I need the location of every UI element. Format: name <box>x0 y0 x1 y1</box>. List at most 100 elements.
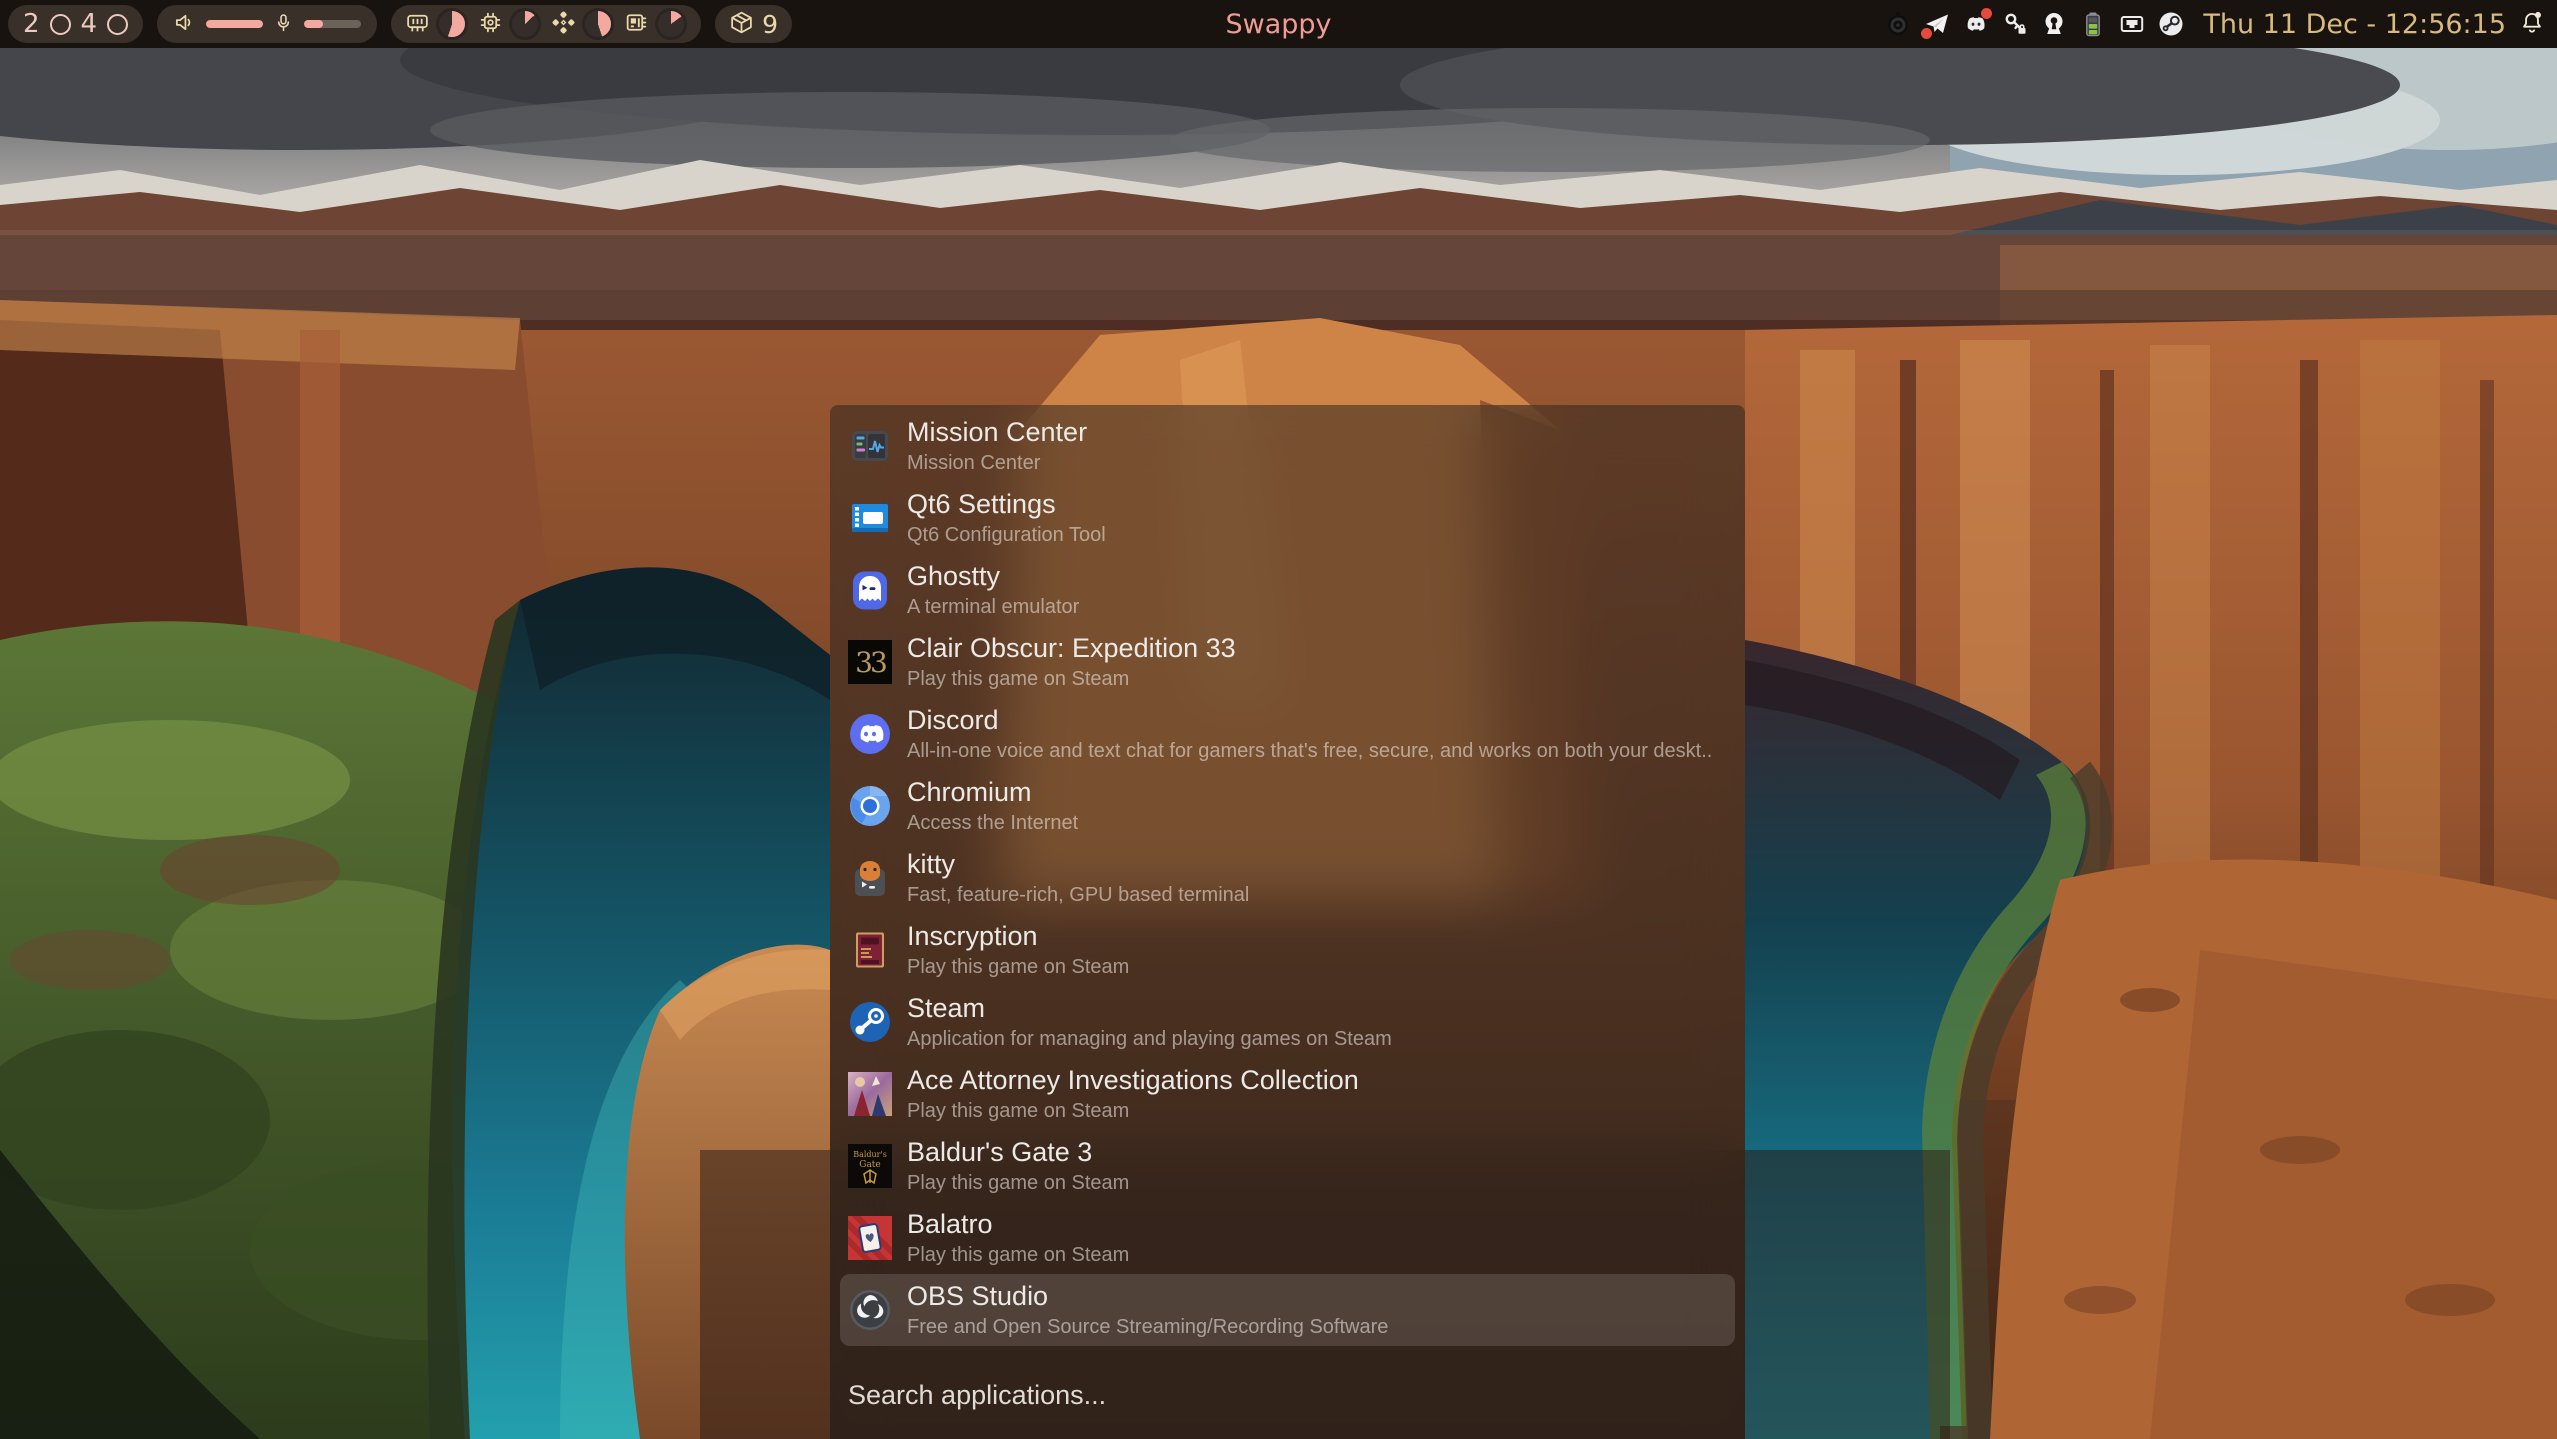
app-text: Qt6 SettingsQt6 Configuration Tool <box>907 488 1106 547</box>
app-title: Chromium <box>907 776 1078 808</box>
app-row-clair-obscur-expedition-33[interactable]: 33 Clair Obscur: Expedition 33 Play this g… <box>840 626 1735 698</box>
app-description: Fast, feature-rich, GPU based terminal <box>907 883 1249 908</box>
app-title: Qt6 Settings <box>907 488 1106 520</box>
workspaces-pill[interactable]: 24 <box>8 5 143 43</box>
balatro-icon <box>848 1216 892 1260</box>
key-icon[interactable] <box>2002 11 2028 37</box>
app-description: Free and Open Source Streaming/Recording… <box>907 1315 1388 1340</box>
steelseries-icon[interactable] <box>1885 11 1911 37</box>
ram-usage-gauge <box>436 8 468 40</box>
app-text: Mission Center Mission Center <box>907 416 1087 475</box>
microphone-icon <box>273 11 294 38</box>
app-title: Mission Center <box>907 416 1087 448</box>
app-row-balatro[interactable]: Balatro Play this game on Steam <box>840 1202 1735 1274</box>
steam-tray-icon[interactable] <box>2158 11 2184 37</box>
notification-badge <box>1981 8 1992 19</box>
app-row-ace-attorney-investigations-collection[interactable]: Ace Attorney Investigations Collection Pl… <box>840 1058 1735 1130</box>
cpu-icon <box>478 10 503 39</box>
app-title: Balatro <box>907 1208 1129 1240</box>
workspace-dot-icon[interactable] <box>50 14 71 35</box>
discord-tray-icon[interactable] <box>1963 11 1989 37</box>
app-text: OBS StudioFree and Open Source Streaming… <box>907 1280 1388 1339</box>
baldurs-gate-icon: Baldur'sGate <box>848 1144 892 1188</box>
system-monitor-pill[interactable] <box>391 5 701 43</box>
app-row-ghostty[interactable]: Ghostty A terminal emulator <box>840 554 1735 626</box>
app-description: Play this game on Steam <box>907 667 1236 692</box>
discord-icon <box>848 712 892 756</box>
app-row-chromium[interactable]: Chromium Access the Internet <box>840 770 1735 842</box>
search-input[interactable]: Search applications... <box>848 1380 1106 1411</box>
battery-icon[interactable] <box>2080 11 2106 37</box>
app-description: Play this game on Steam <box>907 955 1129 980</box>
app-row-qt6-settings[interactable]: Qt6 SettingsQt6 Configuration Tool <box>840 482 1735 554</box>
app-title: kitty <box>907 848 1249 880</box>
app-row-kitty[interactable]: kitty Fast, feature-rich, GPU based termi… <box>840 842 1735 914</box>
gpu-icon <box>551 10 576 39</box>
app-description: Play this game on Steam <box>907 1171 1129 1196</box>
app-row-steam[interactable]: Steam Application for managing and playin… <box>840 986 1735 1058</box>
app-text: DiscordAll-in-one voice and text chat fo… <box>907 704 1712 763</box>
notification-bell-icon[interactable] <box>2519 9 2545 39</box>
workspace-label[interactable]: 4 <box>81 11 98 37</box>
app-text: Balatro Play this game on Steam <box>907 1208 1129 1267</box>
app-description: Play this game on Steam <box>907 1243 1129 1268</box>
top-bar: 24 9 Swappy Thu 11 Dec - 12:56:15 <box>0 0 2557 48</box>
workspace-label[interactable]: 2 <box>23 11 40 37</box>
app-text: Clair Obscur: Expedition 33 Play this gam… <box>907 632 1236 691</box>
kitty-icon <box>848 856 892 900</box>
app-list: Mission Center Mission Center Qt6 Settings… <box>830 405 1745 1346</box>
app-row-discord[interactable]: DiscordAll-in-one voice and text chat fo… <box>840 698 1735 770</box>
speaker-icon <box>173 11 196 38</box>
app-description: Play this game on Steam <box>907 1099 1359 1124</box>
app-row-inscryption[interactable]: Inscryption Play this game on Steam <box>840 914 1735 986</box>
app-description: A terminal emulator <box>907 595 1079 620</box>
monitor-vram <box>624 8 687 40</box>
ghostty-icon <box>848 568 892 612</box>
app-description: Access the Internet <box>907 811 1078 836</box>
ethernet-icon[interactable] <box>2119 11 2145 37</box>
monitor-ram <box>405 8 468 40</box>
inscryption-icon <box>848 928 892 972</box>
app-text: Baldur's Gate 3 Play this game on Steam <box>907 1136 1129 1195</box>
svg-text:Gate: Gate <box>859 1160 881 1170</box>
top-bar-right: Thu 11 Dec - 12:56:15 <box>1885 9 2557 40</box>
app-description: Application for managing and playing gam… <box>907 1027 1392 1052</box>
app-title: Clair Obscur: Expedition 33 <box>907 632 1236 664</box>
svg-text:Baldur's: Baldur's <box>853 1150 887 1159</box>
mic-slider[interactable] <box>304 20 361 28</box>
app-text: kitty Fast, feature-rich, GPU based termi… <box>907 848 1249 907</box>
app-title: Baldur's Gate 3 <box>907 1136 1129 1168</box>
clock[interactable]: Thu 11 Dec - 12:56:15 <box>2203 9 2506 40</box>
app-text: Ace Attorney Investigations Collection Pl… <box>907 1064 1359 1123</box>
package-icon <box>729 10 754 39</box>
vram-usage-gauge <box>655 8 687 40</box>
notification-badge <box>1921 28 1932 39</box>
mission-center-icon <box>848 424 892 468</box>
app-row-obs-studio[interactable]: OBS StudioFree and Open Source Streaming… <box>840 1274 1735 1346</box>
svg-text:33: 33 <box>855 646 886 679</box>
updates-pill[interactable]: 9 <box>715 5 792 43</box>
monitor-cpu <box>478 8 541 40</box>
updates-count: 9 <box>762 12 778 37</box>
cpu-usage-gauge <box>509 8 541 40</box>
ace-attorney-icon <box>848 1072 892 1116</box>
app-row-baldur-s-gate-3[interactable]: Baldur'sGate Baldur's Gate 3 Play this gam… <box>840 1130 1735 1202</box>
clair-obscur-icon: 33 <box>848 640 892 684</box>
desktop: 24 9 Swappy Thu 11 Dec - 12:56:15 Missio… <box>0 0 2557 1439</box>
qt6-icon <box>848 496 892 540</box>
telegram-icon[interactable] <box>1924 11 1950 37</box>
app-title: Inscryption <box>907 920 1129 952</box>
app-description: Mission Center <box>907 451 1087 476</box>
chromium-icon <box>848 784 892 828</box>
workspace-dot-icon[interactable] <box>107 14 128 35</box>
volume-slider[interactable] <box>206 20 263 28</box>
audio-pill <box>157 5 377 43</box>
keyhole-icon[interactable] <box>2041 11 2067 37</box>
gpu-usage-gauge <box>582 8 614 40</box>
app-description: All-in-one voice and text chat for gamer… <box>907 739 1712 764</box>
app-title: Ghostty <box>907 560 1079 592</box>
app-title: Ace Attorney Investigations Collection <box>907 1064 1359 1096</box>
app-row-mission-center[interactable]: Mission Center Mission Center <box>840 410 1735 482</box>
app-text: Ghostty A terminal emulator <box>907 560 1079 619</box>
app-title: Steam <box>907 992 1392 1024</box>
